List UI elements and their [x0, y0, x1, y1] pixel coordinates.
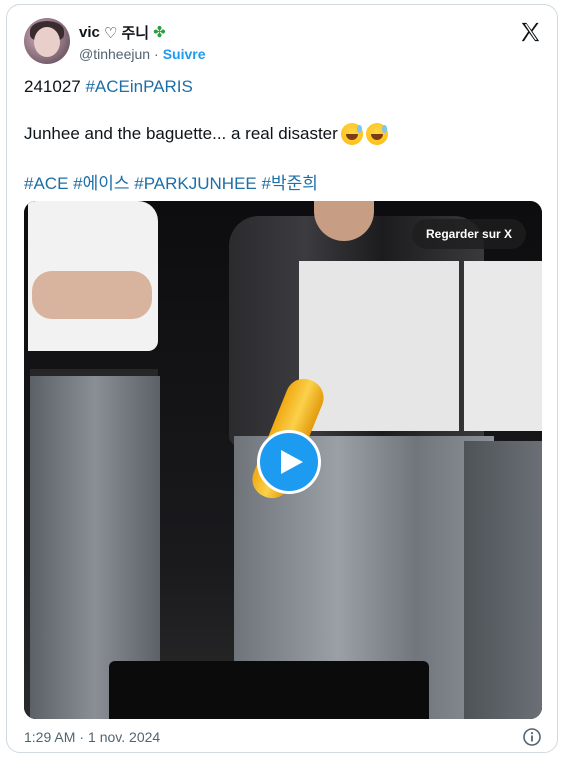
post-date: 1 nov. 2024	[88, 729, 161, 745]
author-name-row: vic ♡ 주니 ✤	[79, 22, 166, 42]
play-icon	[280, 450, 303, 474]
info-icon[interactable]	[522, 727, 542, 747]
post-caption: Junhee and the baguette... a real disast…	[24, 124, 338, 143]
timestamp-separator: ·	[79, 729, 85, 745]
watch-on-x-button[interactable]: Regarder sur X	[412, 219, 527, 249]
author-name-extra[interactable]: ♡ 주니	[104, 22, 149, 43]
tweet-card: vic ♡ 주니 ✤ @tinheejun · Suivre 241027 #A…	[6, 4, 558, 753]
grinning-sweat-emoji-icon	[365, 123, 388, 145]
hashtag-parkjunhee[interactable]: #PARKJUNHEE	[134, 174, 257, 193]
hashtag-ace[interactable]: #ACE	[24, 174, 68, 193]
video-media[interactable]: Regarder sur X	[24, 201, 542, 719]
post-date-code: 241027	[24, 77, 86, 96]
avatar-face	[34, 27, 60, 57]
avatar[interactable]	[24, 18, 70, 64]
hashtag-korean-junhee[interactable]: #박준희	[262, 174, 318, 193]
performer-left-arms	[32, 271, 152, 319]
post-time: 1:29 AM	[24, 729, 76, 745]
grinning-sweat-emoji-icon	[340, 123, 363, 145]
stage-speaker	[109, 661, 429, 719]
hashtag-korean-ace[interactable]: #에이스	[73, 174, 129, 193]
four-leaf-clover-icon: ✤	[153, 24, 166, 41]
separator-dot: ·	[154, 46, 159, 62]
performer-right-shirt	[464, 261, 542, 431]
post-timestamp[interactable]: 1:29 AM · 1 nov. 2024	[24, 729, 160, 745]
performer-center-shirt	[299, 261, 459, 431]
performer-right-jeans	[464, 441, 542, 719]
play-button[interactable]	[257, 430, 321, 494]
post-text-line1: 241027 #ACEinPARIS	[24, 77, 193, 97]
author-handle-row: @tinheejun · Suivre	[79, 45, 206, 63]
x-logo-icon[interactable]	[519, 21, 541, 43]
follow-button[interactable]: Suivre	[163, 46, 206, 62]
author-handle[interactable]: @tinheejun	[79, 46, 150, 62]
post-text-line2: Junhee and the baguette... a real disast…	[24, 123, 388, 145]
author-display-name[interactable]: vic	[79, 24, 100, 41]
hashtag-aceinparis[interactable]: #ACEinPARIS	[85, 77, 192, 96]
post-hashtags: #ACE #에이스 #PARKJUNHEE #박준희	[24, 169, 318, 194]
